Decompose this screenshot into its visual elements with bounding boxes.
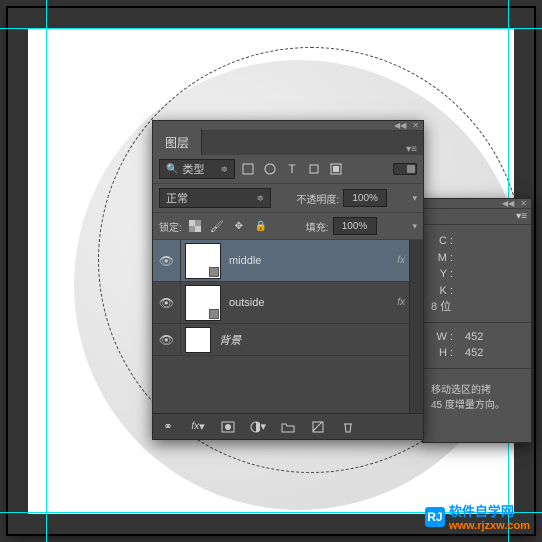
guide-vertical[interactable]: [46, 0, 47, 542]
layer-list: 👁 middle fx ▾ 👁 outside fx ▾ 👁 背景 🔒: [153, 240, 423, 414]
visibility-icon[interactable]: 👁: [159, 333, 174, 347]
watermark-badge: RJ: [425, 507, 445, 527]
fx-indicator[interactable]: fx: [393, 297, 409, 308]
filter-row: 🔍 类型 ≑ T: [153, 155, 423, 184]
blend-mode-dropdown[interactable]: 正常 ≑: [159, 188, 271, 208]
visibility-icon[interactable]: 👁: [159, 254, 174, 268]
info-body: C : M : Y : K : 8 位 W :452 H :452 移动选区的拷…: [423, 225, 531, 421]
lock-position-icon[interactable]: ✥: [230, 217, 248, 235]
tab-layers[interactable]: 图层: [153, 129, 202, 155]
new-group-icon[interactable]: [279, 418, 297, 436]
layer-fx-icon[interactable]: fx▾: [189, 418, 207, 436]
fill-input[interactable]: 100%: [333, 217, 377, 235]
filter-smart-icon[interactable]: [327, 160, 345, 178]
collapse-icon[interactable]: ◀◀: [394, 121, 406, 130]
filter-pixel-icon[interactable]: [239, 160, 257, 178]
scrollbar[interactable]: [409, 240, 423, 414]
close-icon[interactable]: ✕: [412, 121, 419, 130]
layer-thumbnail[interactable]: [185, 327, 211, 353]
filter-text-icon[interactable]: T: [283, 160, 301, 178]
color-depth: 8 位: [431, 299, 455, 316]
close-icon[interactable]: ✕: [520, 199, 527, 208]
layers-panel[interactable]: ◀◀ ✕ 图层 ▾≡ 🔍 类型 ≑ T 正常 ≑ 不透明度: 100% ▾ 锁定…: [152, 120, 424, 440]
filter-type-dropdown[interactable]: 🔍 类型 ≑: [159, 159, 235, 179]
new-layer-icon[interactable]: [309, 418, 327, 436]
layer-item-outside[interactable]: 👁 outside fx ▾: [153, 282, 423, 324]
lock-all-icon[interactable]: 🔒: [252, 217, 270, 235]
info-width: 452: [457, 329, 523, 346]
panel-footer: ⚭ fx▾ ▾: [153, 413, 423, 439]
visibility-icon[interactable]: 👁: [159, 296, 174, 310]
panel-controls: ◀◀ ✕: [423, 199, 531, 209]
filter-toggle[interactable]: [393, 163, 417, 175]
opacity-label: 不透明度:: [296, 191, 339, 206]
layer-item-middle[interactable]: 👁 middle fx ▾: [153, 240, 423, 282]
blend-row: 正常 ≑ 不透明度: 100% ▾: [153, 184, 423, 213]
fill-slider-icon[interactable]: ▾: [412, 221, 417, 232]
lock-pixels-icon[interactable]: 🖌: [208, 217, 226, 235]
lock-transparent-icon[interactable]: [186, 217, 204, 235]
lock-row: 锁定: 🖌 ✥ 🔒 填充: 100% ▾: [153, 213, 423, 240]
filter-adjust-icon[interactable]: [261, 160, 279, 178]
panel-tabs: 图层 ▾≡: [153, 131, 423, 155]
fill-label: 填充:: [306, 219, 329, 234]
watermark-brand: 软件自学网: [449, 501, 530, 520]
layer-name[interactable]: 背景: [215, 332, 407, 348]
opacity-input[interactable]: 100%: [343, 189, 387, 207]
layer-name[interactable]: outside: [225, 297, 393, 309]
layer-name[interactable]: middle: [225, 255, 393, 267]
guide-horizontal[interactable]: [0, 28, 542, 29]
new-adjust-icon[interactable]: ▾: [249, 418, 267, 436]
info-panel[interactable]: ◀◀ ✕ ▾≡ C : M : Y : K : 8 位 W :452 H :45…: [422, 198, 532, 443]
panel-menu-icon[interactable]: ▾≡: [400, 144, 423, 155]
add-mask-icon[interactable]: [219, 418, 237, 436]
filter-shape-icon[interactable]: [305, 160, 323, 178]
watermark-url: www.rjzxw.com: [449, 520, 530, 532]
panel-menu-bar: ▾≡: [423, 209, 531, 225]
layer-thumbnail[interactable]: [185, 285, 221, 321]
fx-indicator[interactable]: fx: [393, 255, 409, 266]
layer-thumbnail[interactable]: [185, 243, 221, 279]
collapse-icon[interactable]: ◀◀: [502, 199, 514, 208]
link-layers-icon[interactable]: ⚭: [159, 418, 177, 436]
lock-label: 锁定:: [159, 219, 182, 234]
watermark: RJ 软件自学网 www.rjzxw.com: [425, 501, 530, 532]
info-tip: 45 度增量方向。: [431, 398, 523, 413]
opacity-slider-icon[interactable]: ▾: [412, 193, 417, 204]
info-tip: 移动选区的拷: [431, 383, 523, 398]
panel-menu-icon[interactable]: ▾≡: [516, 211, 527, 222]
layer-item-background[interactable]: 👁 背景 🔒: [153, 324, 423, 356]
info-height: 452: [457, 345, 523, 362]
delete-layer-icon[interactable]: [339, 418, 357, 436]
